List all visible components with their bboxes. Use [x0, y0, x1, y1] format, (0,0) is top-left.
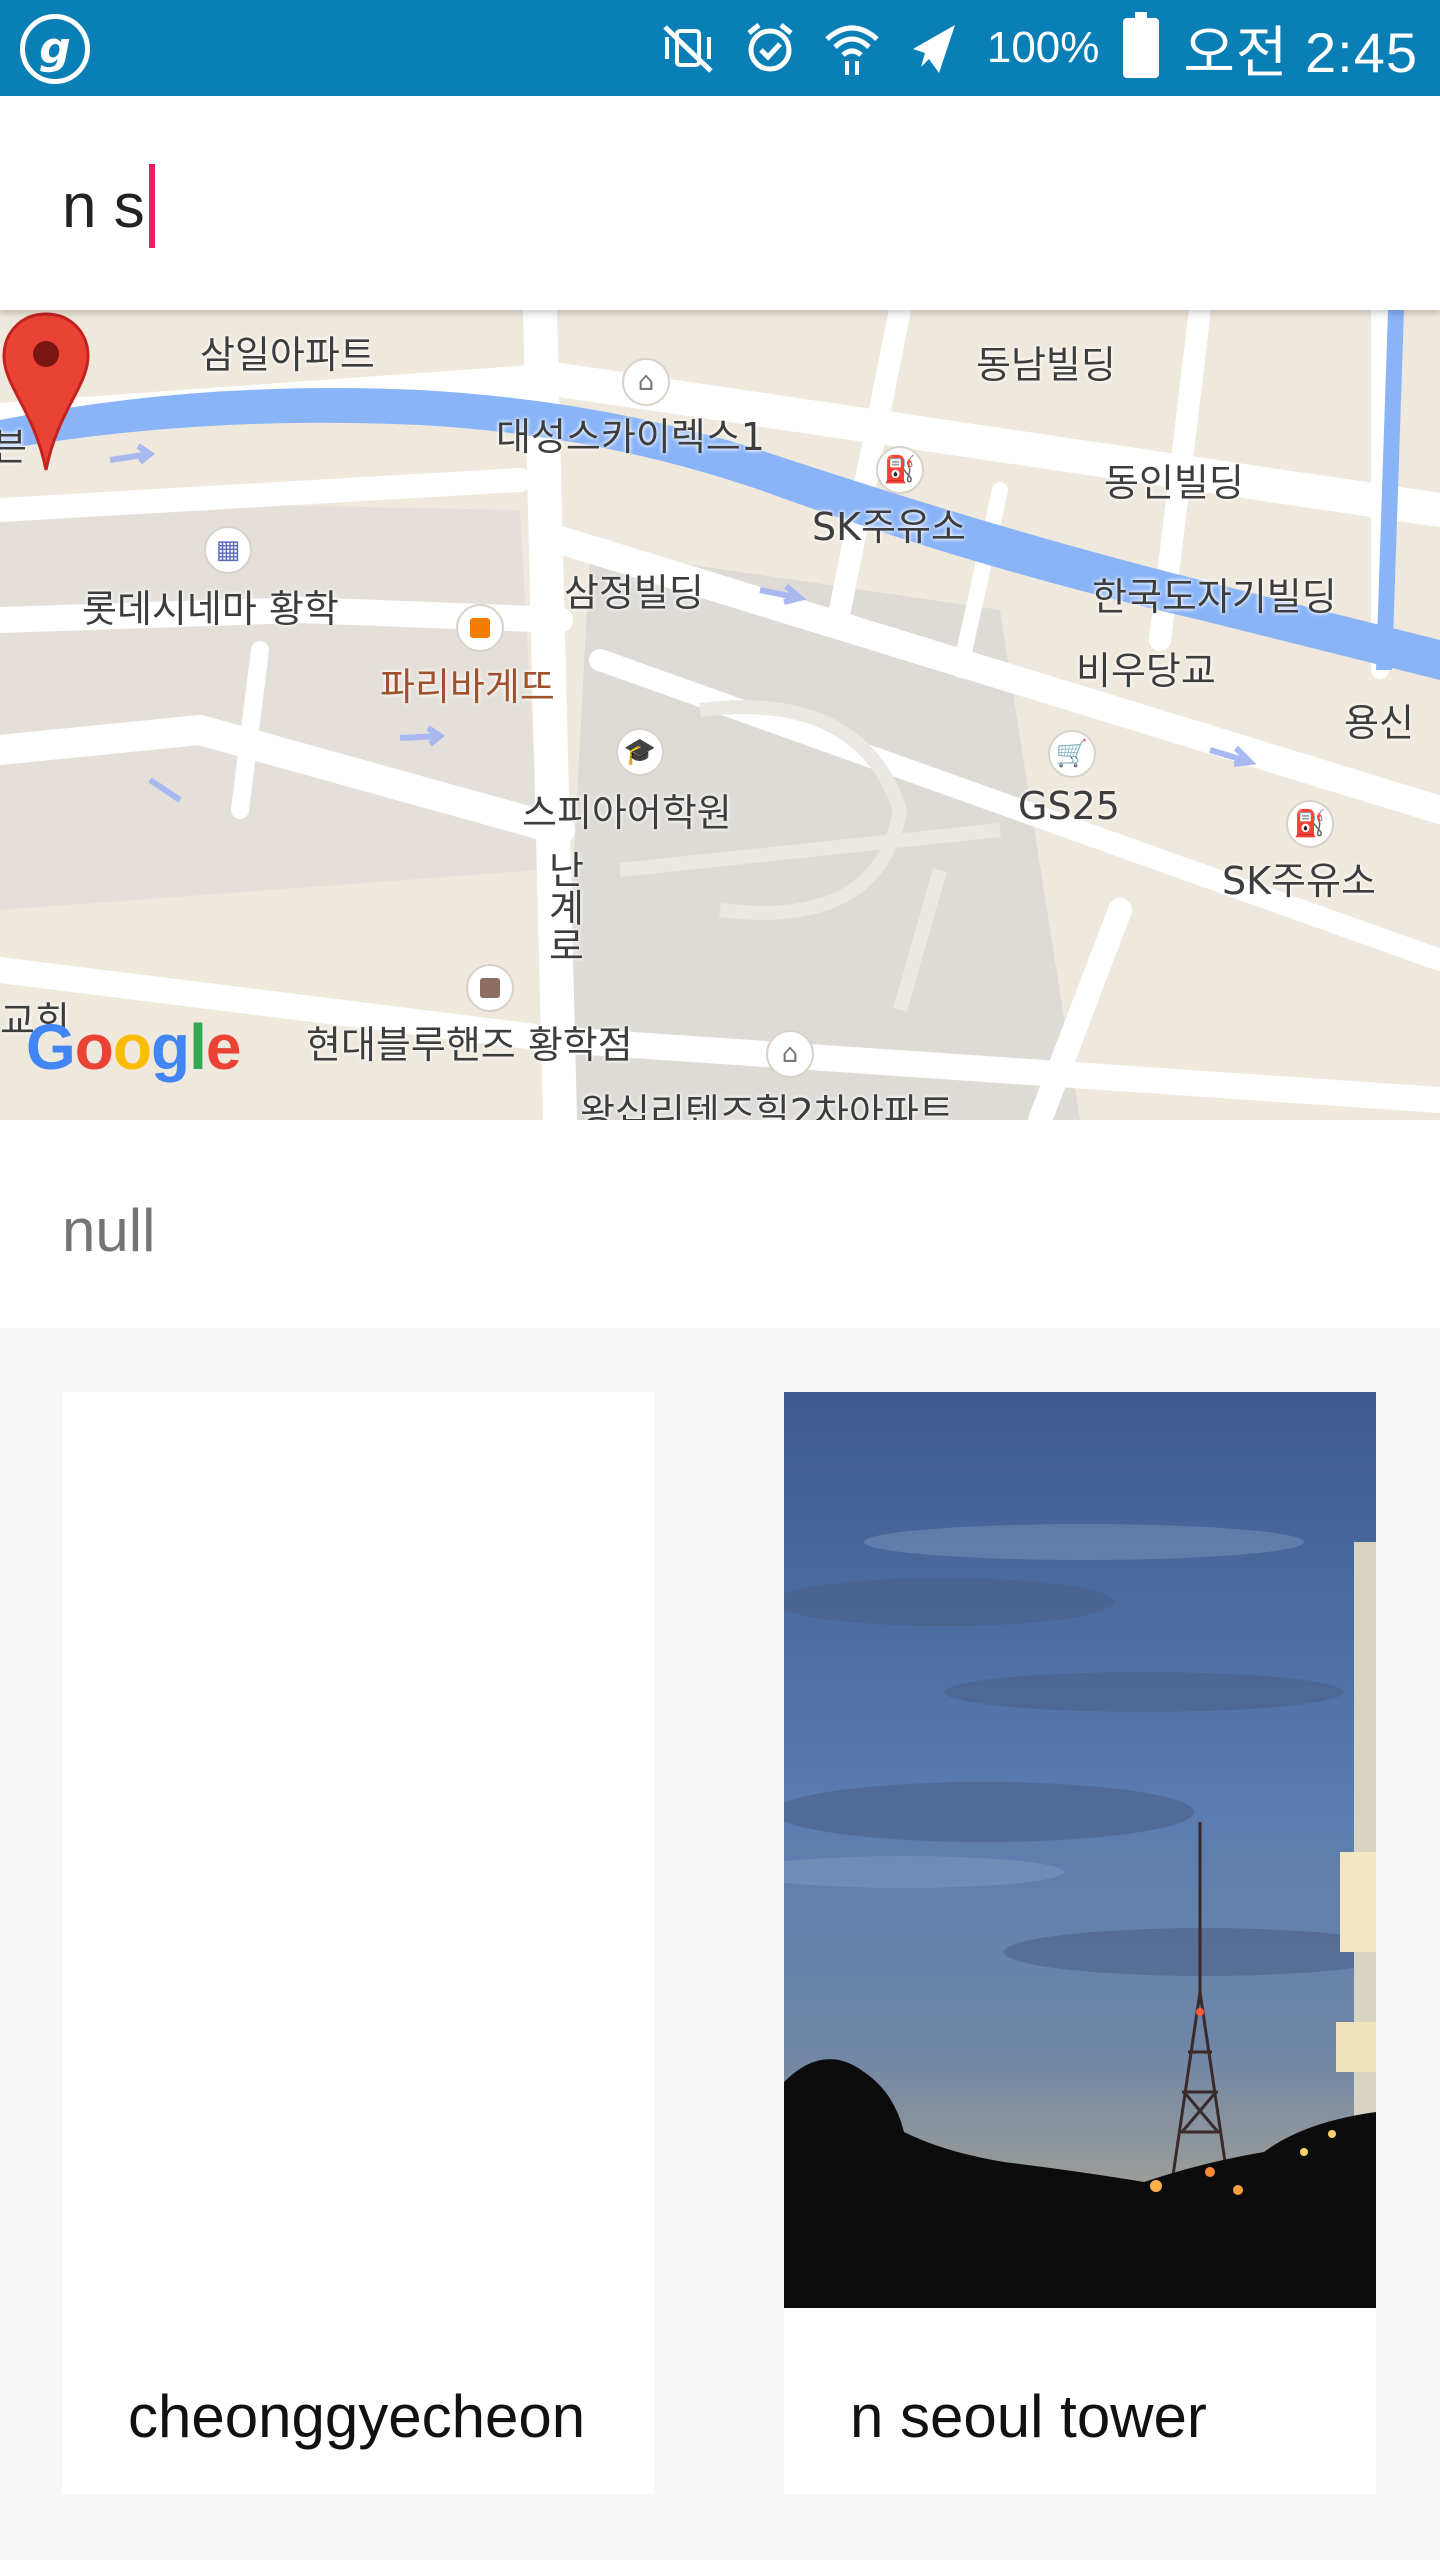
- map-label: 동인빌딩: [1104, 461, 1244, 505]
- car-repair-icon: [466, 964, 514, 1012]
- alarm-icon: [741, 19, 799, 77]
- home-icon: ⌂: [622, 358, 670, 406]
- clock: 오전 2:45: [1183, 20, 1418, 84]
- map-label: 스피아어학원: [522, 791, 732, 835]
- vibrate-mute-icon: [659, 19, 717, 77]
- map-marker-icon[interactable]: [0, 310, 92, 474]
- search-input-value: n s: [62, 171, 145, 241]
- search-bar: n s: [0, 96, 1440, 310]
- place-card[interactable]: cheonggyecheon: [62, 1392, 654, 2494]
- map-label: 대성스카이렉스1: [496, 415, 765, 459]
- school-icon: 🎓: [616, 728, 664, 776]
- bakery-icon: [456, 604, 504, 652]
- place-image-empty: [62, 1392, 654, 2308]
- cinema-icon: ▦: [204, 526, 252, 574]
- battery-icon: [1123, 12, 1160, 78]
- map-label: 한국도자기빌딩: [1092, 575, 1337, 619]
- g-logo-icon: g: [20, 14, 90, 84]
- address-text: null: [62, 1197, 156, 1264]
- status-icons: 100% 오전 2:45: [659, 0, 1418, 96]
- place-image: [784, 1392, 1376, 2308]
- map-label: 난계로: [541, 850, 585, 964]
- address-section: null: [0, 1120, 1440, 1328]
- google-logo: Google: [26, 1011, 241, 1083]
- status-bar: g 100% 오전 2:45: [0, 0, 1440, 96]
- text-caret: [148, 164, 155, 248]
- map-label: 삼일아파트: [200, 333, 375, 377]
- map-view[interactable]: ⌂ ⛽ ▦ 🎓 🛒 ⛽ ⌂ 삼일아파트 동남빌딩 대성스카이렉스1 븐 SK주유…: [0, 310, 1440, 1120]
- map-label: 롯데시네마 황학: [82, 587, 339, 631]
- gas-station-icon: ⛽: [876, 446, 924, 494]
- place-card[interactable]: n seoul tower: [784, 1392, 1376, 2494]
- search-input[interactable]: n s: [62, 164, 155, 248]
- map-label: 파리바게뜨: [380, 665, 555, 709]
- map-label: SK주유소: [1222, 859, 1376, 903]
- battery-percent: 100%: [986, 23, 1100, 72]
- n-seoul-tower-photo: [784, 1392, 1376, 2308]
- map-label: 비우당교: [1076, 649, 1216, 693]
- map-label: 용신: [1344, 701, 1414, 745]
- map-label: 삼정빌딩: [564, 571, 704, 615]
- home-icon-2: ⌂: [766, 1030, 814, 1078]
- airplane-mode-icon: [905, 19, 963, 77]
- map-label: 동남빌딩: [976, 343, 1116, 387]
- place-card-title: n seoul tower: [850, 2383, 1207, 2450]
- map-label: 현대블루핸즈 황학점: [306, 1023, 633, 1067]
- gas-station-icon-2: ⛽: [1286, 800, 1334, 848]
- map-label: SK주유소: [812, 505, 966, 549]
- map-label: GS25: [1018, 784, 1120, 828]
- place-card-title: cheonggyecheon: [128, 2383, 586, 2450]
- place-cards: cheonggyecheon n seoul tower: [0, 1328, 1440, 2560]
- wifi-icon: [823, 19, 881, 77]
- map-label: 왕십리텐즈힐2차아파트: [580, 1091, 954, 1120]
- shopping-cart-icon: 🛒: [1048, 730, 1096, 778]
